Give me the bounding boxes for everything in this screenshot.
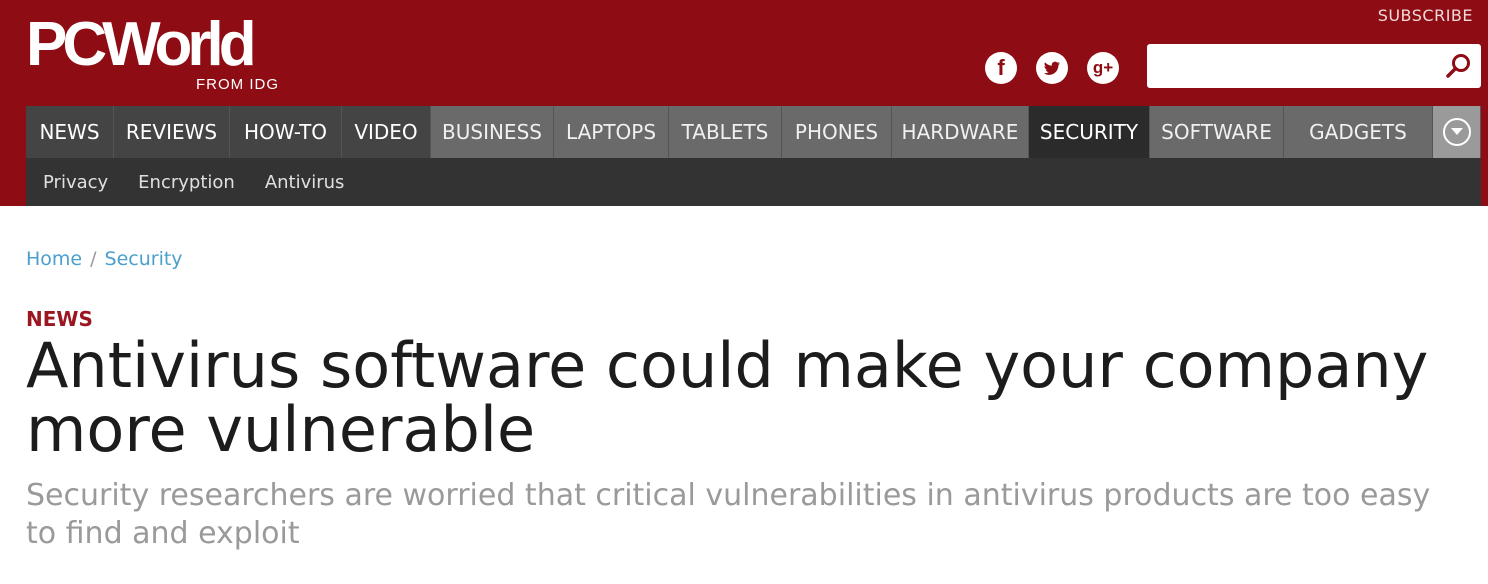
sub-nav: Privacy Encryption Antivirus <box>26 158 1481 206</box>
breadcrumb-home[interactable]: Home <box>26 248 82 270</box>
google-plus-icon[interactable]: g+ <box>1087 52 1119 84</box>
site-header: PCWorld FROM IDG SUBSCRIBE f g+ NEWS REV… <box>0 0 1488 206</box>
chevron-down-icon <box>1442 118 1471 146</box>
logo-tagline: FROM IDG <box>196 76 279 93</box>
twitter-icon[interactable] <box>1036 52 1068 84</box>
nav-item-video[interactable]: VIDEO <box>342 106 431 158</box>
nav-more-button[interactable] <box>1433 106 1481 158</box>
search-icon[interactable] <box>1445 52 1473 80</box>
logo-wordmark: PCWorld <box>26 10 257 79</box>
facebook-icon[interactable]: f <box>985 52 1017 84</box>
subnav-item-encryption[interactable]: Encryption <box>138 172 235 193</box>
article-kicker[interactable]: NEWS <box>26 307 93 331</box>
nav-item-gadgets[interactable]: GADGETS <box>1284 106 1433 158</box>
subscribe-link[interactable]: SUBSCRIBE <box>1378 6 1473 25</box>
nav-item-business[interactable]: BUSINESS <box>431 106 554 158</box>
breadcrumb-separator: / <box>90 248 97 270</box>
pcworld-logo[interactable]: PCWorld FROM IDG <box>26 8 316 98</box>
nav-item-tablets[interactable]: TABLETS <box>669 106 782 158</box>
article-deck: Security researchers are worried that cr… <box>26 478 1431 551</box>
nav-item-phones[interactable]: PHONES <box>782 106 892 158</box>
main-nav: NEWS REVIEWS HOW-TO VIDEO BUSINESS LAPTO… <box>26 106 1481 158</box>
article-headline: Antivirus software could make your compa… <box>26 329 1429 466</box>
breadcrumb-security[interactable]: Security <box>105 248 183 270</box>
nav-item-news[interactable]: NEWS <box>26 106 114 158</box>
subnav-item-antivirus[interactable]: Antivirus <box>265 172 345 193</box>
breadcrumb: Home / Security <box>26 248 183 270</box>
nav-item-software[interactable]: SOFTWARE <box>1150 106 1284 158</box>
subnav-item-privacy[interactable]: Privacy <box>43 172 108 193</box>
nav-item-laptops[interactable]: LAPTOPS <box>554 106 669 158</box>
nav-item-security[interactable]: SECURITY <box>1029 106 1150 158</box>
search-input[interactable] <box>1147 44 1481 88</box>
twitter-bird-icon <box>1044 61 1060 75</box>
nav-item-reviews[interactable]: REVIEWS <box>114 106 230 158</box>
nav-item-how-to[interactable]: HOW-TO <box>230 106 342 158</box>
nav-item-hardware[interactable]: HARDWARE <box>892 106 1029 158</box>
